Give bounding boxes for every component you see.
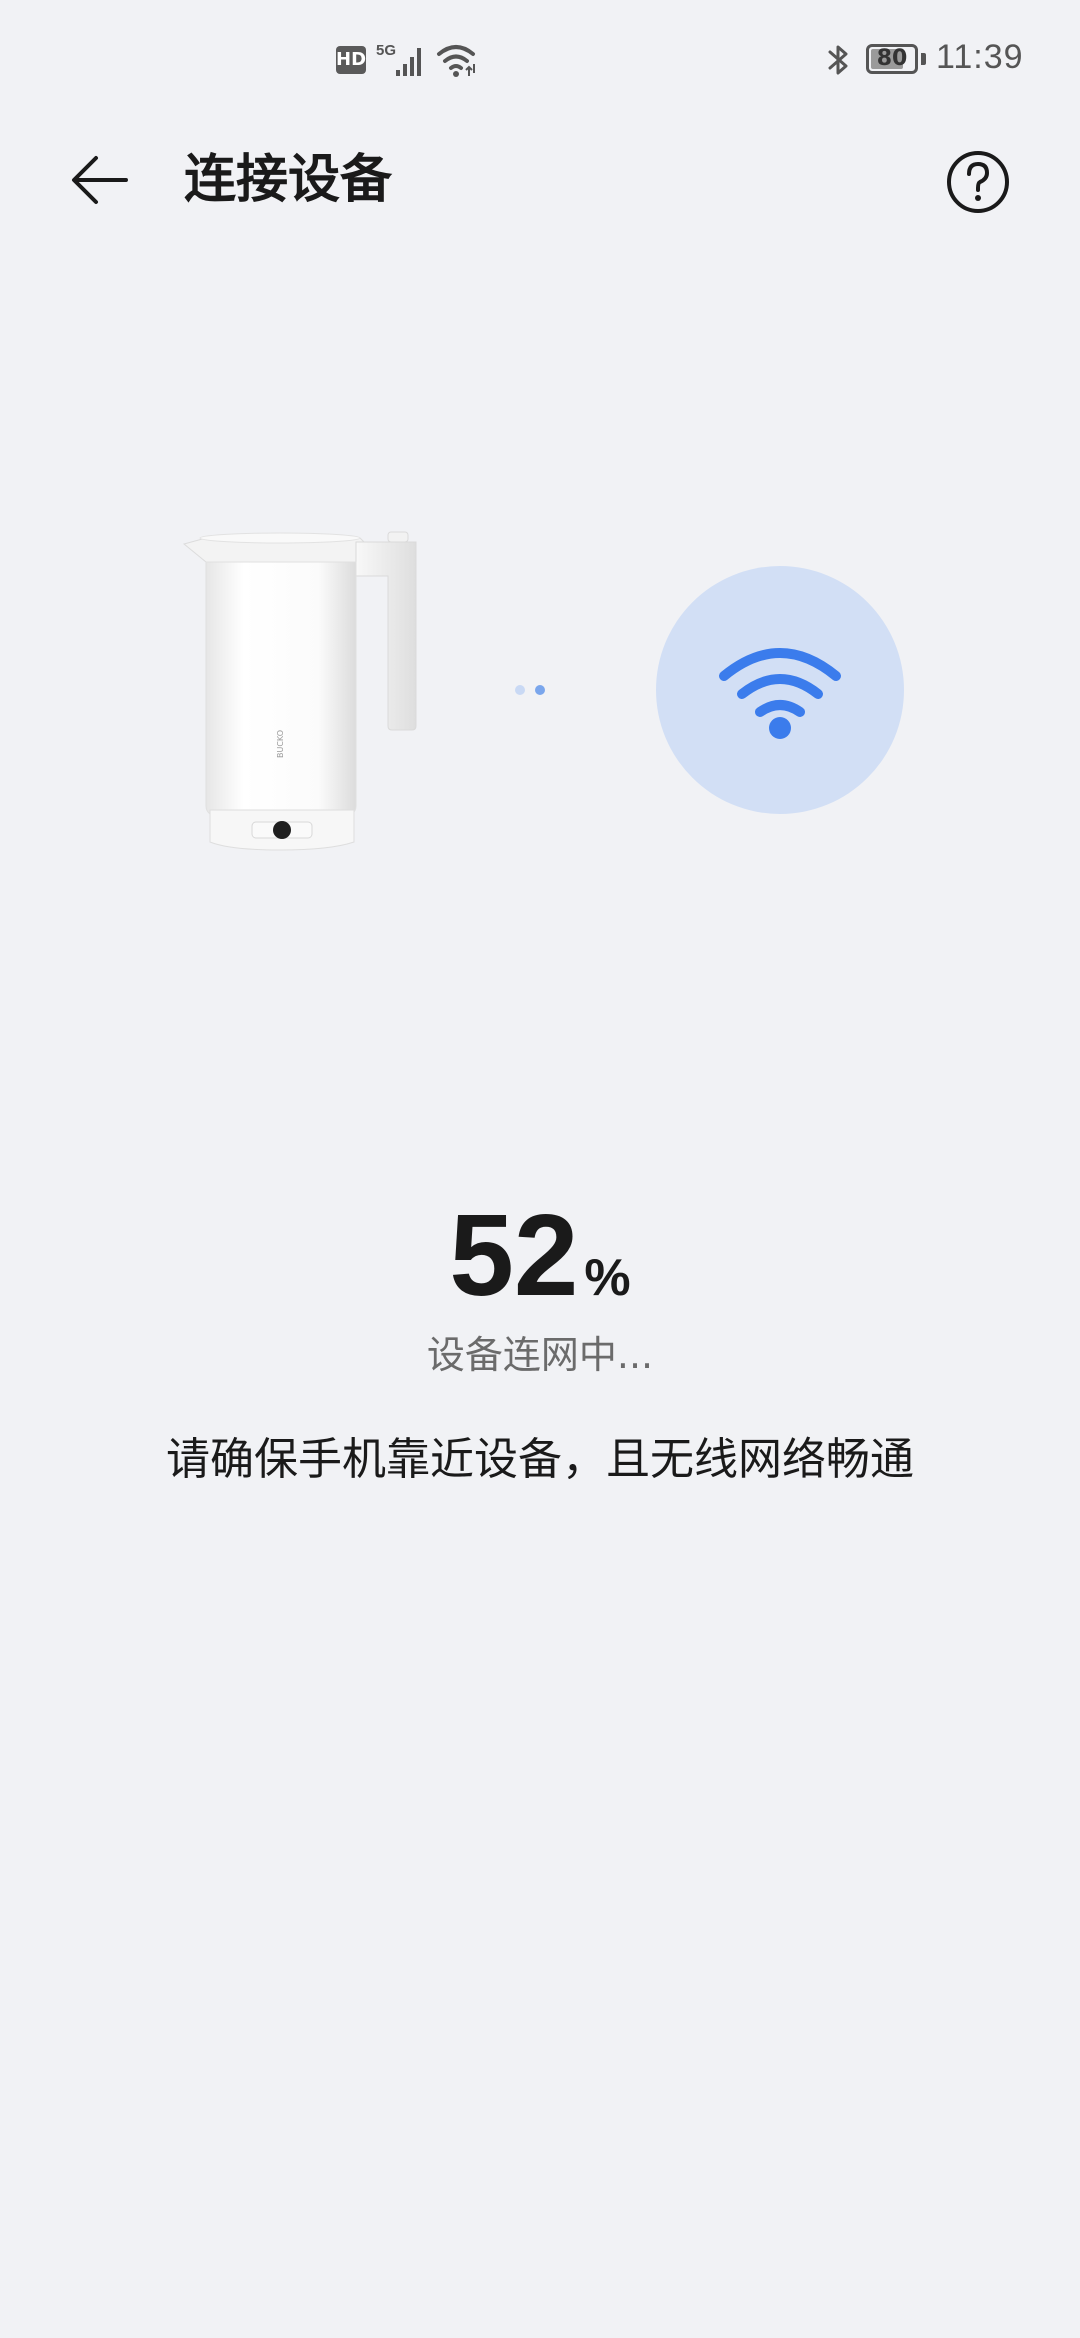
bluetooth-icon <box>828 45 848 75</box>
hd-icon: HD <box>336 46 366 74</box>
wifi-icon <box>437 45 475 77</box>
connecting-dots <box>515 685 545 695</box>
app-header: 连接设备 <box>0 130 1080 230</box>
battery-icon: 80 <box>866 44 918 74</box>
network-type-label: 5G <box>376 42 396 59</box>
help-button[interactable] <box>944 148 1012 216</box>
kettle-image: BUCKO <box>182 531 417 851</box>
connection-status: 设备连网中... <box>426 1333 654 1377</box>
svg-text:BUCKO: BUCKO <box>276 730 285 758</box>
battery-label: 80 <box>876 46 908 71</box>
connection-hint: 请确保手机靠近设备，且无线网络畅通 <box>166 1434 914 1485</box>
status-bar: HD 5G 80 11:39 <box>0 0 1080 120</box>
progress-value: 52 <box>449 1190 579 1320</box>
battery-cap <box>921 53 926 65</box>
connect-device-screen: HD 5G 80 11:39 连接设备 BUCKO 52 % 设备连网中... … <box>0 0 1080 2338</box>
signal-icon: 5G <box>376 42 421 76</box>
wifi-icon <box>719 648 841 739</box>
question-circle-icon <box>947 151 1009 213</box>
progress-display: 52% <box>0 1190 1080 1320</box>
back-button[interactable] <box>60 148 140 212</box>
wifi-badge <box>656 566 904 814</box>
arrow-left-icon <box>72 156 128 204</box>
page-title: 连接设备 <box>184 150 393 210</box>
clock: 11:39 <box>936 38 1024 76</box>
progress-unit: % <box>584 1249 631 1307</box>
